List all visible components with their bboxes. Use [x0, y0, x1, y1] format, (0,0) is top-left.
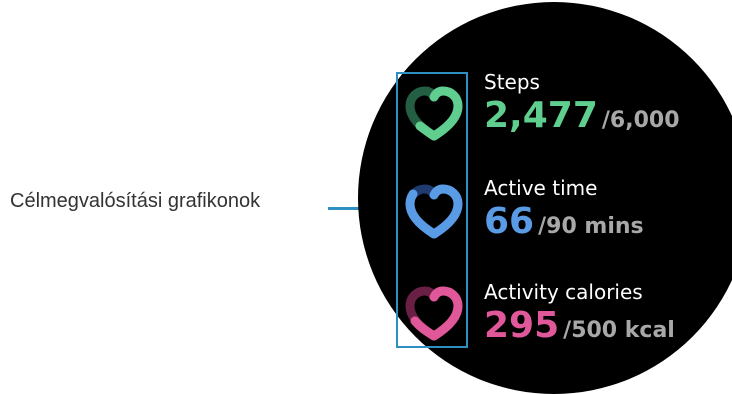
active-time-value-row: 66/90 mins — [484, 202, 644, 242]
active-time-goal-value: /90 mins — [538, 214, 644, 239]
calories-label: Activity calories — [484, 280, 643, 304]
steps-label: Steps — [484, 70, 540, 94]
steps-value-row: 2,477/6,000 — [484, 96, 680, 136]
steps-metric: Steps 2,477/6,000 — [484, 70, 680, 136]
callout-label: Célmegvalósítási grafikonok — [10, 190, 261, 212]
steps-current-value: 2,477 — [484, 95, 598, 136]
steps-goal-value: /6,000 — [601, 108, 680, 133]
calories-value-row: 295/500 kcal — [484, 306, 675, 346]
active-time-label: Active time — [484, 176, 598, 200]
active-time-metric: Active time 66/90 mins — [484, 176, 644, 242]
calories-goal-value: /500 kcal — [563, 318, 675, 343]
active-time-current-value: 66 — [484, 201, 535, 242]
calories-current-value: 295 — [484, 305, 560, 346]
calories-metric: Activity calories 295/500 kcal — [484, 280, 675, 346]
callout-highlight-box — [396, 72, 468, 348]
